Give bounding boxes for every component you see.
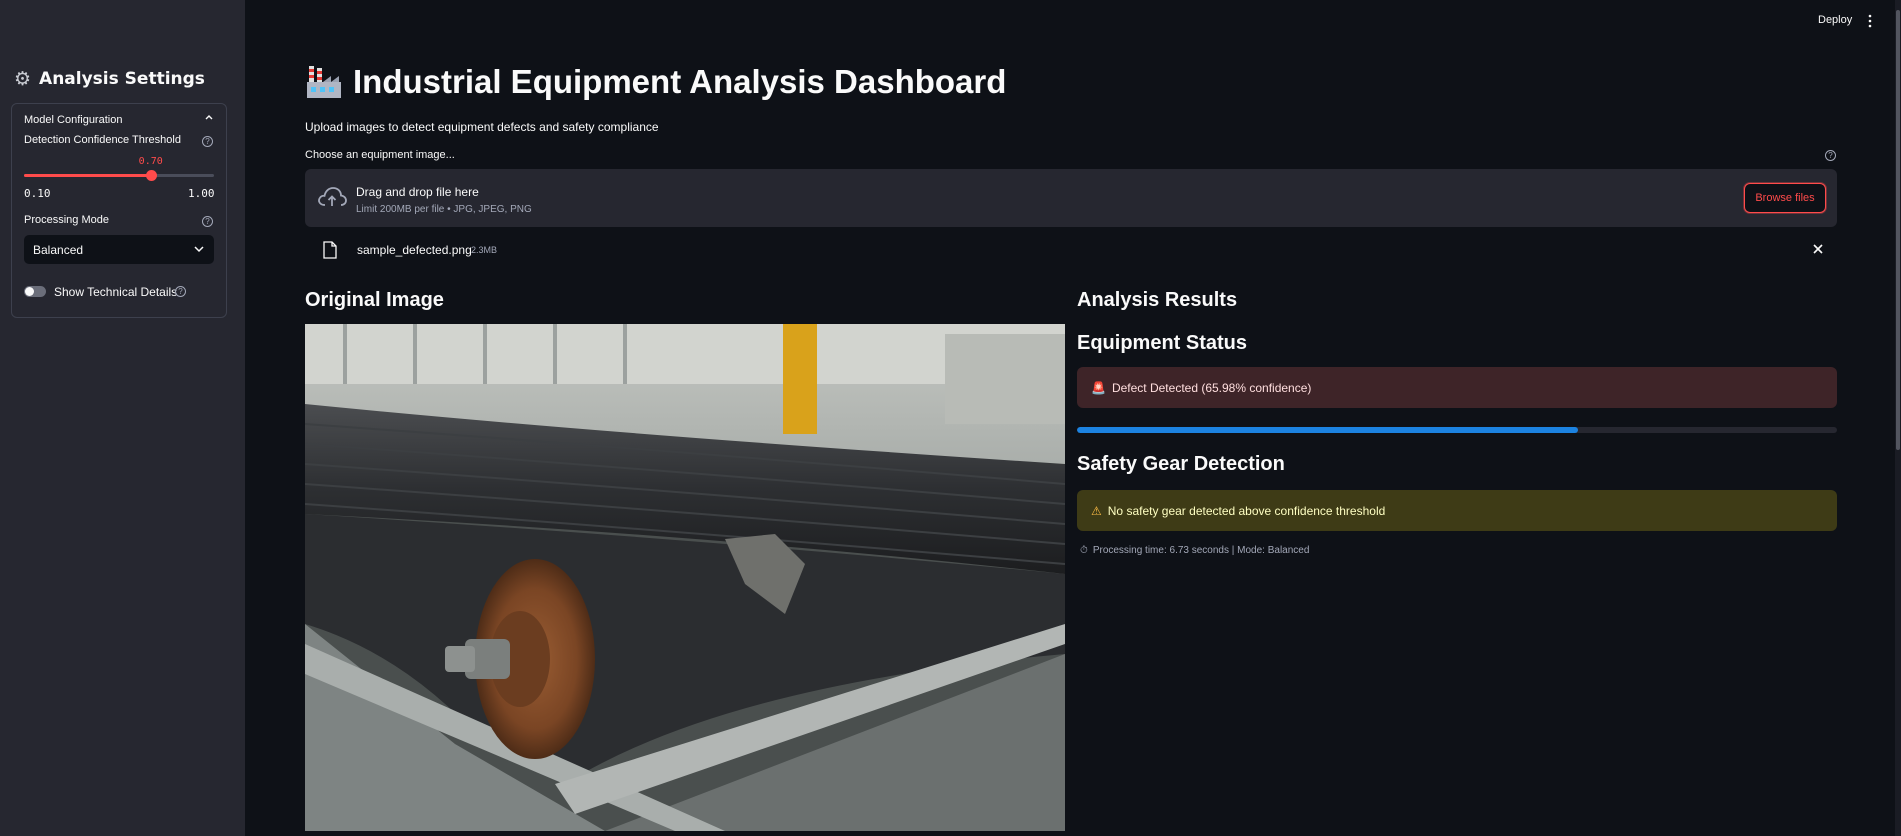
scrollbar[interactable]: [1895, 0, 1901, 836]
scrollbar-thumb[interactable]: [1896, 10, 1900, 450]
expander-header[interactable]: Model Configuration: [24, 114, 122, 126]
chevron-up-icon[interactable]: [204, 112, 214, 122]
file-size: 2.3MB: [471, 245, 498, 255]
progress-fill: [1077, 427, 1579, 433]
safety-alert-text: No safety gear detected above confidence…: [1107, 503, 1386, 518]
defect-alert-text: Defect Detected (65.98% confidence): [1111, 380, 1312, 395]
equipment-status-heading: Equipment Status: [1077, 332, 1248, 354]
browse-files-button[interactable]: Browse files: [1744, 183, 1826, 213]
page-title: Industrial Equipment Analysis Dashboard: [305, 63, 1006, 101]
analysis-results-heading: Analysis Results: [1077, 289, 1238, 311]
page-title-text: Industrial Equipment Analysis Dashboard: [353, 63, 1007, 100]
dropzone-limit-text: Limit 200MB per file • JPG, JPEG, PNG: [356, 204, 532, 215]
confidence-progress-bar: [1077, 427, 1837, 433]
processing-mode-select[interactable]: Balanced: [24, 235, 214, 264]
dropzone-text: Drag and drop file here: [356, 185, 479, 199]
help-icon[interactable]: ?: [202, 136, 213, 147]
original-image: [305, 324, 1065, 831]
confidence-threshold-slider[interactable]: [24, 170, 214, 181]
safety-warning-alert: ⚠ No safety gear detected above confiden…: [1077, 490, 1837, 531]
file-icon: [323, 241, 337, 259]
slider-value: 0.70: [138, 156, 163, 167]
slider-fill: [24, 174, 151, 177]
uploaded-file-row: sample_defected.png 2.3MB: [305, 238, 1837, 264]
processing-mode-label: Processing Mode: [24, 214, 109, 226]
siren-icon: 🚨: [1091, 380, 1106, 395]
slider-thumb[interactable]: [145, 170, 157, 181]
technical-details-label: Show Technical Details: [54, 285, 178, 299]
slider-min: 0.10: [24, 187, 51, 200]
defect-alert: 🚨 Defect Detected (65.98% confidence): [1077, 367, 1837, 408]
processing-caption: ⏱ Processing time: 6.73 seconds | Mode: …: [1080, 545, 1309, 556]
processing-caption-text: Processing time: 6.73 seconds | Mode: Ba…: [1092, 545, 1310, 556]
warning-icon: ⚠: [1091, 503, 1102, 518]
help-icon[interactable]: ?: [1825, 150, 1836, 161]
sidebar: ⚙ Analysis Settings Model Configuration …: [0, 0, 245, 836]
conveyor-belt-image: [305, 324, 1065, 831]
factory-icon: [307, 66, 341, 98]
file-name: sample_defected.png: [357, 243, 472, 257]
technical-details-toggle[interactable]: [24, 286, 46, 297]
stopwatch-icon: ⏱: [1080, 545, 1088, 556]
slider-max: 1.00: [188, 187, 215, 200]
sidebar-title-text: Analysis Settings: [39, 69, 205, 89]
close-icon[interactable]: [1812, 243, 1824, 255]
cloud-upload-icon: [318, 187, 347, 206]
help-icon[interactable]: ?: [175, 286, 186, 297]
page-subtitle: Upload images to detect equipment defect…: [305, 120, 659, 134]
chevron-down-icon: [194, 246, 204, 253]
original-image-heading: Original Image: [305, 289, 444, 311]
help-icon[interactable]: ?: [202, 216, 213, 227]
sidebar-title: ⚙ Analysis Settings: [14, 68, 205, 90]
gear-icon: ⚙: [14, 68, 32, 90]
uploader-label: Choose an equipment image...: [305, 149, 455, 161]
file-dropzone[interactable]: Drag and drop file here Limit 200MB per …: [305, 169, 1837, 227]
deploy-button[interactable]: Deploy: [1818, 14, 1852, 26]
kebab-menu-icon[interactable]: [1867, 14, 1873, 28]
model-configuration-expander: Model Configuration Detection Confidence…: [11, 103, 227, 318]
processing-mode-value: Balanced: [33, 242, 84, 257]
safety-gear-heading: Safety Gear Detection: [1077, 453, 1285, 475]
confidence-threshold-label: Detection Confidence Threshold: [24, 134, 181, 146]
